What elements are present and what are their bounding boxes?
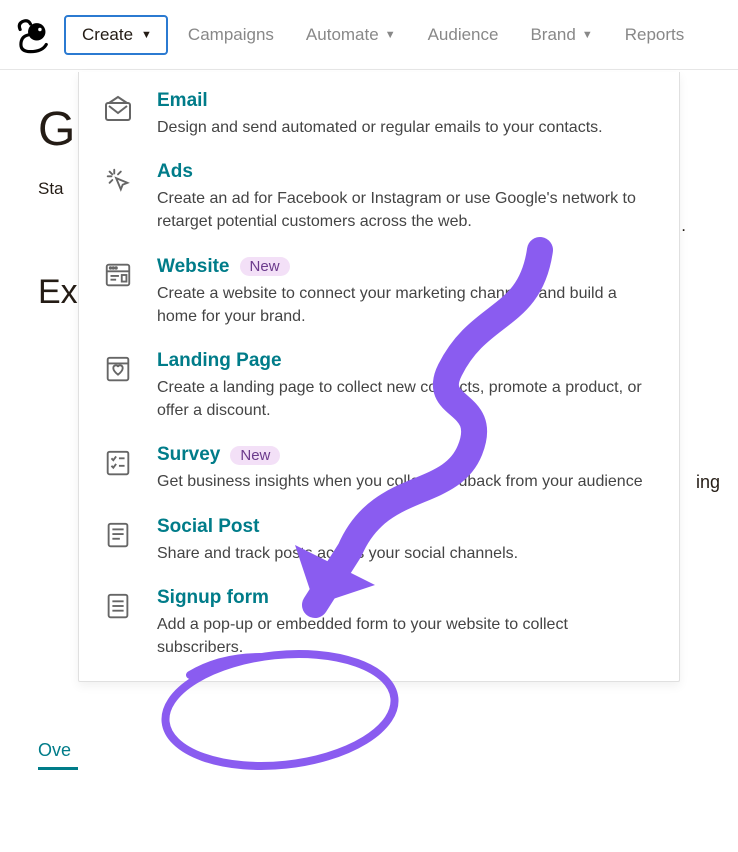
- create-label: Create: [82, 25, 133, 45]
- menu-item-signup-form[interactable]: Signup form Add a pop-up or embedded for…: [79, 569, 679, 663]
- nav-brand[interactable]: Brand ▼: [518, 17, 604, 53]
- new-badge: New: [230, 446, 280, 465]
- new-badge: New: [240, 257, 290, 276]
- menu-item-title: Email: [157, 90, 208, 112]
- nav-reports[interactable]: Reports: [613, 17, 697, 53]
- text-fragment: .: [681, 216, 686, 236]
- document-lines-icon: [101, 518, 135, 552]
- logo[interactable]: [12, 15, 52, 55]
- nav-audience[interactable]: Audience: [416, 17, 511, 53]
- menu-item-email[interactable]: Email Design and send automated or regul…: [79, 72, 679, 143]
- menu-item-title: Landing Page: [157, 350, 282, 372]
- menu-item-social-post[interactable]: Social Post Share and track posts across…: [79, 498, 679, 569]
- chevron-down-icon: ▼: [582, 29, 593, 41]
- email-icon: [101, 92, 135, 126]
- tab-overview-partial[interactable]: Ove: [38, 740, 71, 761]
- menu-item-ads[interactable]: Ads Create an ad for Facebook or Instagr…: [79, 143, 679, 237]
- menu-item-desc: Create a landing page to collect new con…: [157, 376, 653, 422]
- menu-item-title: Signup form: [157, 587, 269, 609]
- menu-item-title: Website: [157, 256, 230, 278]
- menu-item-landing-page[interactable]: Landing Page Create a landing page to co…: [79, 332, 679, 426]
- menu-item-desc: Get business insights when you collect f…: [157, 470, 653, 493]
- menu-item-desc: Create an ad for Facebook or Instagram o…: [157, 187, 653, 233]
- nav-campaigns[interactable]: Campaigns: [176, 17, 286, 53]
- menu-item-desc: Create a website to connect your marketi…: [157, 282, 653, 328]
- menu-item-survey[interactable]: Survey New Get business insights when yo…: [79, 426, 679, 497]
- menu-item-title: Survey: [157, 444, 220, 466]
- chevron-down-icon: ▼: [141, 29, 152, 41]
- menu-item-desc: Design and send automated or regular ema…: [157, 116, 653, 139]
- text-fragment-ing: ing: [696, 472, 720, 493]
- form-lines-icon: [101, 589, 135, 623]
- mailchimp-logo-icon: [13, 16, 51, 54]
- top-nav: Create ▼ Campaigns Automate ▼ Audience B…: [0, 0, 738, 70]
- menu-item-desc: Share and track posts across your social…: [157, 542, 653, 565]
- create-menu-button[interactable]: Create ▼: [64, 15, 168, 55]
- cursor-click-icon: [101, 163, 135, 197]
- nav-automate[interactable]: Automate ▼: [294, 17, 408, 53]
- menu-item-website[interactable]: Website New Create a website to connect …: [79, 238, 679, 332]
- menu-item-desc: Add a pop-up or embedded form to your we…: [157, 613, 653, 659]
- chevron-down-icon: ▼: [385, 29, 396, 41]
- tab-underline: [38, 767, 78, 770]
- heart-page-icon: [101, 352, 135, 386]
- menu-item-title: Social Post: [157, 516, 259, 538]
- create-dropdown: Email Design and send automated or regul…: [78, 72, 680, 682]
- website-icon: [101, 258, 135, 292]
- menu-item-title: Ads: [157, 161, 193, 183]
- checklist-icon: [101, 446, 135, 480]
